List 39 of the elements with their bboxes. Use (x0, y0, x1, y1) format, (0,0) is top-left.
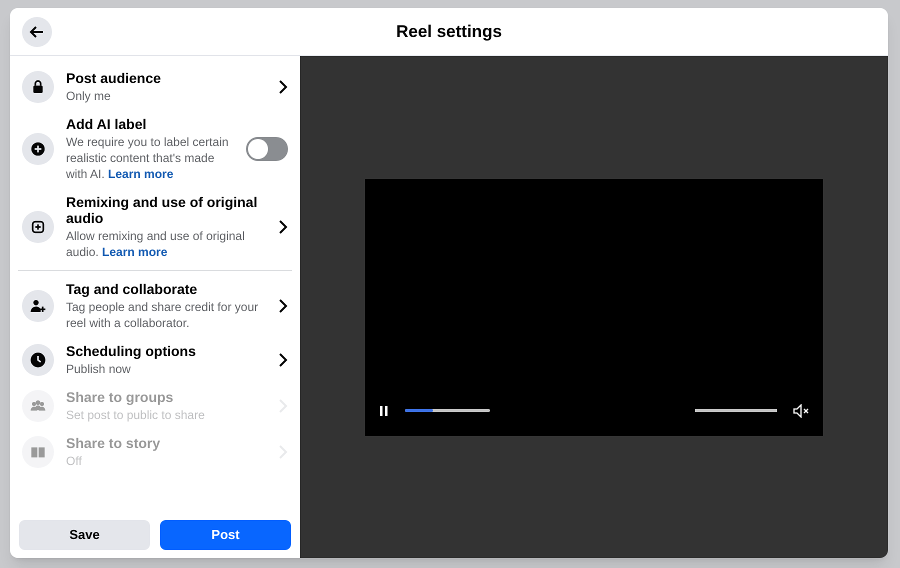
setting-item[interactable]: Remixing and use of original audio Allow remixing and use of original audio. Learn more (10, 188, 300, 266)
chevron-right-icon (278, 219, 288, 235)
setting-title: Share to story (66, 435, 162, 451)
chevron-right-icon (278, 298, 288, 314)
setting-description: Publish now (66, 361, 132, 377)
setting-item[interactable]: Add AI label We require you to label certain realistic content that's made with AI. Learn more (10, 110, 300, 188)
back-arrow-icon (29, 24, 45, 40)
back-button[interactable] (22, 16, 52, 46)
setting-description: Only me (66, 88, 112, 104)
setting-item[interactable]: Tag and collaborate Tag people and share credit for your reel with a collaborator. (10, 275, 300, 337)
pause-icon (380, 406, 388, 416)
post-button[interactable]: Post (160, 520, 291, 550)
plus-icon (30, 141, 46, 157)
learn-more-link[interactable]: Learn more (102, 245, 168, 259)
setting-title: Post audience (66, 70, 162, 86)
setting-title: Share to groups (66, 389, 174, 405)
save-button[interactable]: Save (19, 520, 150, 550)
pause-button[interactable] (379, 404, 389, 416)
chevron-right-icon (278, 79, 288, 95)
setting-description: We require you to label certain realistic content that's made with AI. Learn more (66, 134, 230, 182)
progress-track[interactable] (405, 409, 490, 412)
setting-item[interactable]: Scheduling options Publish now (10, 337, 300, 383)
setting-item[interactable]: Post audience Only me (10, 64, 300, 110)
setting-description: Set post to public to share (66, 407, 206, 423)
dialog-title: Reel settings (396, 20, 502, 43)
setting-description: Tag people and share credit for your reel with a collaborator. (66, 299, 260, 331)
setting-title: Tag and collaborate (66, 281, 198, 297)
learn-more-link[interactable]: Learn more (108, 167, 174, 181)
setting-description: Allow remixing and use of original audio. Learn more (66, 228, 246, 260)
chevron-right-icon (278, 352, 288, 368)
remix-icon (30, 219, 46, 235)
clock-icon (30, 352, 46, 368)
setting-title: Add AI label (66, 116, 148, 132)
muted-speaker-icon[interactable] (793, 404, 809, 418)
setting-title: Remixing and use of original audio (66, 194, 258, 226)
toggle-switch[interactable] (246, 137, 288, 161)
setting-title: Scheduling options (66, 343, 197, 359)
people-add-icon (30, 298, 46, 314)
setting-description: Off (66, 453, 83, 469)
